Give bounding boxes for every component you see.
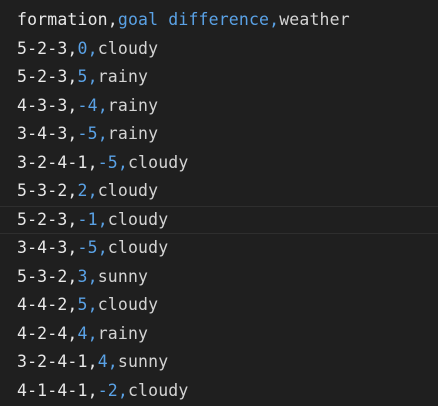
comma-separator: , [87,67,98,86]
goal-difference-cell: -5 [77,238,98,257]
weather-cell: cloudy [97,295,159,314]
comma-separator: , [87,38,98,58]
weather-cell: sunny [97,266,149,286]
comma-separator: , [67,181,78,200]
csv-data-line[interactable]: 4-2-4,4,rainy [0,320,438,349]
comma-separator: , [67,95,78,115]
comma-separator: , [67,67,78,86]
weather-cell: weather [279,10,350,29]
comma-separator: , [67,238,78,257]
goal-difference-cell: 2 [77,181,88,200]
weather-cell: rainy [97,323,149,343]
csv-data-line[interactable]: 4-4-2,5,cloudy [0,291,438,320]
formation-cell: 3-2-4-1 [17,352,88,371]
goal-difference-cell: 0 [77,38,88,58]
csv-data-line[interactable]: 3-2-4-1,-5,cloudy [0,149,438,178]
comma-separator: , [117,152,128,172]
comma-separator: , [87,323,98,343]
weather-cell: rainy [107,124,159,143]
goal-difference-cell: 5 [77,67,88,86]
csv-data-line[interactable]: 3-4-3,-5,cloudy [0,234,438,263]
comma-separator: , [67,323,78,343]
csv-header-line[interactable]: formation,goal difference,weather [0,6,438,35]
csv-data-line[interactable]: 4-1-4-1,-2,cloudy [0,377,438,406]
csv-data-line[interactable]: 3-4-3,-5,rainy [0,120,438,149]
weather-cell: sunny [117,352,169,371]
goal-difference-cell: 5 [77,295,88,314]
comma-separator: , [87,266,98,286]
formation-cell: 3-2-4-1 [17,152,88,172]
comma-separator: , [67,38,78,58]
goal-difference-cell: 3 [77,266,88,286]
goal-difference-cell: goal difference [117,10,270,29]
comma-separator: , [107,10,118,29]
comma-separator: , [87,380,98,400]
comma-separator: , [67,266,78,286]
comma-separator: , [97,238,108,257]
csv-data-line[interactable]: 5-2-3,5,rainy [0,63,438,92]
csv-data-line[interactable]: 5-2-3,0,cloudy [0,35,438,64]
csv-data-line[interactable]: 5-2-3,-1,cloudy [0,205,438,234]
csv-data-line[interactable]: 5-3-2,2,cloudy [0,177,438,206]
formation-cell: 5-2-3 [17,38,68,58]
formation-cell: 5-2-3 [17,209,68,229]
comma-separator: , [87,181,98,200]
comma-separator: , [87,295,98,314]
csv-data-line[interactable]: 5-3-2,3,sunny [0,263,438,292]
weather-cell: rainy [107,95,159,115]
formation-cell: 5-3-2 [17,266,68,286]
goal-difference-cell: -1 [77,209,98,229]
comma-separator: , [97,209,108,229]
csv-data-line[interactable]: 4-3-3,-4,rainy [0,92,438,121]
comma-separator: , [269,10,280,29]
formation-cell: 4-1-4-1 [17,380,88,400]
goal-difference-cell: 4 [77,323,88,343]
weather-cell: cloudy [97,181,159,200]
csv-data-line[interactable]: 3-2-4-1,4,sunny [0,348,438,377]
comma-separator: , [67,124,78,143]
formation-cell: 3-4-3 [17,124,68,143]
formation-cell: 3-4-3 [17,238,68,257]
comma-separator: , [67,209,78,229]
goal-difference-cell: -5 [97,152,118,172]
csv-editor[interactable]: formation,goal difference,weather 5-2-3,0… [0,0,438,406]
formation-cell: 4-2-4 [17,323,68,343]
comma-separator: , [97,124,108,143]
weather-cell: cloudy [127,380,189,400]
weather-cell: cloudy [107,209,169,229]
goal-difference-cell: -4 [77,95,98,115]
goal-difference-cell: -5 [77,124,98,143]
formation-cell: 5-2-3 [17,67,68,86]
weather-cell: cloudy [107,238,169,257]
weather-cell: rainy [97,67,149,86]
comma-separator: , [87,152,98,172]
weather-cell: cloudy [127,152,189,172]
comma-separator: , [67,295,78,314]
formation-cell: 4-3-3 [17,95,68,115]
comma-separator: , [107,352,118,371]
comma-separator: , [87,352,98,371]
formation-cell: formation [17,10,108,29]
formation-cell: 4-4-2 [17,295,68,314]
goal-difference-cell: -2 [97,380,118,400]
weather-cell: cloudy [97,38,159,58]
formation-cell: 5-3-2 [17,181,68,200]
comma-separator: , [117,380,128,400]
goal-difference-cell: 4 [97,352,108,371]
comma-separator: , [97,95,108,115]
